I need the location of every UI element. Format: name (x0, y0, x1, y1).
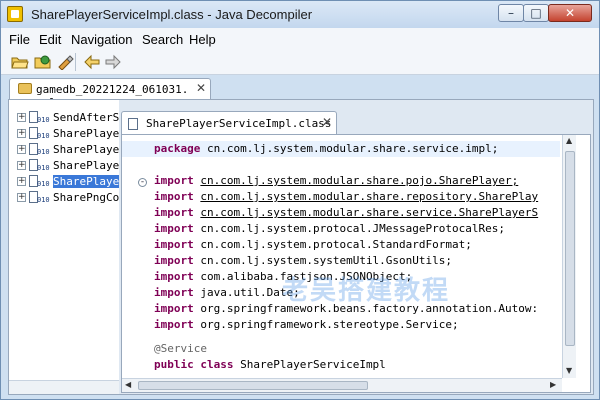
vertical-scrollbar[interactable]: ▲ ▼ (562, 135, 576, 378)
editor-area: SharePlayerServiceImpl.class ✕ package c… (119, 100, 593, 394)
code-line-import: import cn.com.lj.system.modular.share.re… (154, 190, 539, 203)
tree-item-label: SharePlaye (53, 159, 119, 172)
open-type-icon[interactable] (34, 54, 52, 70)
app-icon (7, 6, 23, 22)
tree-item-label: SendAfterS (53, 111, 119, 124)
search-icon[interactable] (56, 54, 74, 70)
tree-item-selected[interactable]: + 010 SharePlaye (9, 174, 119, 190)
tree-item-label: SharePlaye (53, 175, 119, 188)
tree-horizontal-scrollbar[interactable] (9, 380, 119, 394)
class-file-icon: 010 (29, 159, 50, 173)
menu-navigation[interactable]: Navigation (71, 32, 132, 47)
code-line-annotation: @Service (154, 342, 207, 355)
menu-bar: File Edit Navigation Search Help (1, 28, 599, 50)
close-button[interactable]: ✕ (548, 4, 592, 22)
code-viewer[interactable]: package cn.com.lj.system.modular.share.s… (121, 134, 591, 393)
class-file-icon: 010 (29, 111, 50, 125)
toolbar-separator (75, 53, 76, 71)
menu-search[interactable]: Search (142, 32, 183, 47)
expand-icon[interactable]: + (17, 145, 26, 154)
tab-gamedb-sql[interactable]: gamedb_20221224_061031. sql ✕ (9, 78, 211, 109)
tree-item-label: SharePngCo (53, 191, 119, 204)
code-line-import: import cn.com.lj.system.systemUtil.GsonU… (154, 254, 453, 267)
expand-icon[interactable]: + (17, 129, 26, 138)
back-arrow-icon[interactable] (83, 54, 101, 70)
tree-item-label: SharePlaye (53, 127, 119, 140)
scroll-left-icon[interactable]: ◀ (125, 380, 131, 389)
menu-edit[interactable]: Edit (39, 32, 61, 47)
maximize-button[interactable]: □ (523, 4, 549, 22)
tree-item[interactable]: + 010 SharePngCo (9, 190, 119, 206)
code-line-import: import cn.com.lj.system.modular.share.po… (154, 174, 519, 187)
tree-item-label: SharePlaye (53, 143, 119, 156)
class-tree: + 010 SendAfterS + 010 SharePlaye + 010 … (9, 100, 119, 394)
minimize-button[interactable]: – (498, 4, 524, 22)
window-title: SharePlayerServiceImpl.class - Java Deco… (31, 7, 313, 22)
code-line-import: import cn.com.lj.system.protocal.Standar… (154, 238, 472, 251)
class-file-icon: 010 (29, 191, 50, 205)
horizontal-scroll-thumb[interactable] (138, 381, 368, 390)
vertical-scroll-thumb[interactable] (565, 151, 575, 346)
class-file-icon: 010 (29, 127, 50, 141)
tab-shareplayerserviceimpl[interactable]: SharePlayerServiceImpl.class ✕ (121, 111, 337, 135)
close-tab-icon[interactable]: ✕ (196, 81, 206, 95)
class-file-icon: 010 (29, 143, 50, 157)
collapse-imports-icon[interactable]: - (138, 178, 147, 187)
toolbar (1, 50, 599, 75)
app-window: SharePlayerServiceImpl.class - Java Deco… (0, 0, 600, 400)
scroll-down-icon[interactable]: ▼ (566, 366, 572, 375)
title-bar[interactable]: SharePlayerServiceImpl.class - Java Deco… (1, 1, 599, 28)
tree-item[interactable]: + 010 SharePlaye (9, 158, 119, 174)
code-line-import: import org.springframework.stereotype.Se… (154, 318, 459, 331)
expand-icon[interactable]: + (17, 193, 26, 202)
code-line-package: package cn.com.lj.system.modular.share.s… (122, 141, 560, 157)
tab-label: SharePlayerServiceImpl.class (146, 117, 332, 130)
watermark: 老吴搭建教程 (282, 276, 451, 306)
code-line-import: import cn.com.lj.system.protocal.JMessag… (154, 222, 506, 235)
close-tab-icon[interactable]: ✕ (322, 115, 332, 129)
code-line-class-decl: public class SharePlayerServiceImpl (154, 358, 386, 371)
tree-item[interactable]: + 010 SharePlaye (9, 126, 119, 142)
class-file-icon: 010 (29, 175, 50, 189)
tree-item[interactable]: + 010 SharePlaye (9, 142, 119, 158)
class-file-icon (128, 118, 138, 130)
forward-arrow-icon[interactable] (104, 54, 122, 70)
expand-icon[interactable]: + (17, 161, 26, 170)
scroll-up-icon[interactable]: ▲ (566, 136, 572, 145)
menu-file[interactable]: File (9, 32, 30, 47)
archive-icon (18, 83, 32, 94)
menu-help[interactable]: Help (189, 32, 216, 47)
scroll-right-icon[interactable]: ▶ (550, 380, 556, 389)
expand-icon[interactable]: + (17, 113, 26, 122)
open-file-icon[interactable] (11, 54, 29, 70)
main-pane: + 010 SendAfterS + 010 SharePlaye + 010 … (8, 99, 594, 395)
code-line-import: import cn.com.lj.system.modular.share.se… (154, 206, 539, 219)
expand-icon[interactable]: + (17, 177, 26, 186)
tree-item[interactable]: + 010 SendAfterS (9, 110, 119, 126)
horizontal-scrollbar[interactable]: ◀ ▶ (122, 378, 562, 392)
